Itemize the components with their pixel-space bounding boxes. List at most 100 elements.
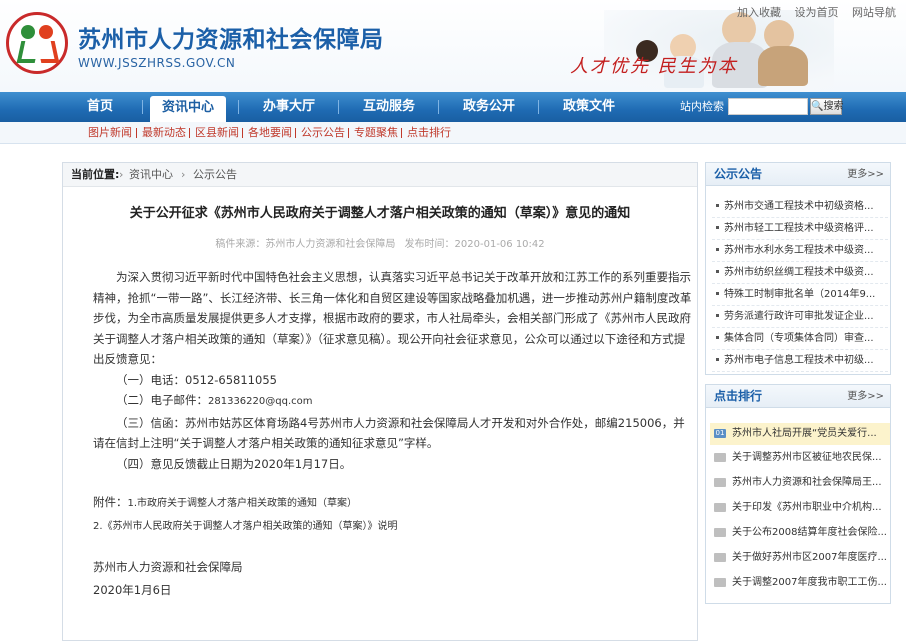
- rank-icon: [714, 502, 726, 512]
- notice-item-title: 集体合同（专项集体合同）审查...: [724, 333, 874, 344]
- breadcrumb-public-notice[interactable]: 公示公告: [193, 163, 237, 187]
- list-item[interactable]: 关于调整2007年度我市职工工伤...: [710, 572, 890, 594]
- breadcrumb-separator-icon: ›: [181, 168, 186, 181]
- search-button-label: 搜索: [823, 101, 844, 112]
- attachments: 附件：1.市政府关于调整人才落户相关政策的通知（草案）: [93, 492, 693, 515]
- site-map-link[interactable]: 网站导航: [852, 6, 896, 19]
- rank-icon: [714, 477, 726, 487]
- bullet-icon: [716, 269, 719, 273]
- nav-item-home[interactable]: 首页: [70, 92, 130, 122]
- subnav-item-district-news[interactable]: 区县新闻: [195, 122, 239, 144]
- attachments-label: 附件：: [93, 495, 128, 509]
- hot-item-title: 关于公布2008结算年度社会保险...: [732, 527, 887, 538]
- rank-icon: 01: [714, 428, 726, 438]
- nav-item-government-affairs[interactable]: 政务公开: [452, 92, 526, 122]
- breadcrumb: 当前位置: › 资讯中心 › 公示公告: [63, 163, 697, 187]
- logo-arm-green: [16, 41, 40, 63]
- list-item[interactable]: 苏州市轻工工程技术中级资格评...: [712, 218, 888, 240]
- notice-more-link[interactable]: 更多>>: [847, 163, 884, 186]
- nav-separator: [142, 100, 143, 114]
- hot-item-title: 苏州市人社局开展“党员关爱行...: [732, 428, 877, 439]
- breadcrumb-news-center[interactable]: 资讯中心: [129, 163, 173, 187]
- page: 苏州市人力资源和社会保障局 WWW.JSSZHRSS.GOV.CN 人才优先 民…: [0, 0, 906, 641]
- nav-item-policy-documents[interactable]: 政策文件: [552, 92, 626, 122]
- contact-email-address[interactable]: 281336220@qq.com: [208, 396, 313, 407]
- bullet-icon: [716, 225, 719, 229]
- attachment-link-2[interactable]: 2.《苏州市人民政府关于调整人才落户相关政策的通知（草案）》说明: [93, 517, 693, 538]
- list-item[interactable]: 关于调整苏州市区被征地农民保...: [710, 447, 890, 469]
- set-homepage-link[interactable]: 设为首页: [795, 6, 839, 19]
- contact-email: （二）电子邮件：281336220@qq.com: [93, 390, 693, 413]
- notice-item-title: 苏州市电子信息工程技术中初级...: [724, 355, 874, 366]
- notice-item-title: 特殊工时制审批名单（2014年9...: [724, 289, 876, 300]
- subnav-item-special-topics[interactable]: 专题聚焦: [354, 122, 398, 144]
- nav-item-news-center[interactable]: 资讯中心: [150, 96, 226, 122]
- list-item[interactable]: 苏州市纺织丝绸工程技术中级资...: [712, 262, 888, 284]
- logo-figure-green: [21, 25, 35, 39]
- nav-separator: [438, 100, 439, 114]
- list-item[interactable]: 关于印发《苏州市职业中介机构...: [710, 497, 890, 519]
- bullet-icon: [716, 247, 719, 251]
- breadcrumb-label: 当前位置:: [71, 168, 120, 181]
- subnav-separator: [348, 128, 349, 138]
- hot-item-title: 关于印发《苏州市职业中介机构...: [732, 502, 882, 513]
- subnav-item-photo-news[interactable]: 图片新闻: [88, 122, 132, 144]
- nav-item-interaction[interactable]: 互动服务: [352, 92, 426, 122]
- nav-item-service-hall[interactable]: 办事大厅: [252, 92, 326, 122]
- nav-separator: [238, 100, 239, 114]
- nav-separator: [538, 100, 539, 114]
- hot-item-title: 苏州市人力资源和社会保障局王...: [732, 477, 882, 488]
- site-title: 苏州市人力资源和社会保障局: [78, 27, 384, 53]
- hot-more-link[interactable]: 更多>>: [847, 385, 884, 408]
- subnav-separator: [295, 128, 296, 138]
- subnav-item-public-notice[interactable]: 公示公告: [301, 122, 345, 144]
- bullet-icon: [716, 203, 719, 207]
- list-item[interactable]: 关于做好苏州市区2007年度医疗...: [710, 547, 890, 569]
- list-item[interactable]: 苏州市交通工程技术中初级资格...: [712, 196, 888, 218]
- subnav-separator: [189, 128, 190, 138]
- top-links: 加入收藏 设为首页 网站导航: [727, 4, 896, 20]
- rank-icon: [714, 577, 726, 587]
- contact-phone: （一）电话：0512-65811055: [116, 372, 277, 387]
- article-frame: 当前位置: › 资讯中心 › 公示公告 关于公开征求《苏州市人民政府关于调整人才…: [62, 162, 698, 641]
- rank-icon: [714, 552, 726, 562]
- notice-panel-header: 公示公告 更多>>: [706, 163, 890, 186]
- notice-item-title: 苏州市水利水务工程技术中级资...: [724, 245, 874, 256]
- add-favorite-link[interactable]: 加入收藏: [737, 6, 781, 19]
- subnav-item-hot-ranking[interactable]: 点击排行: [407, 122, 451, 144]
- logo-arm-red: [36, 41, 60, 63]
- subnav-item-regional-news[interactable]: 各地要闻: [248, 122, 292, 144]
- article-intro: 为深入贯彻习近平新时代中国特色社会主义思想，认真落实习近平总书记关于改革开放和江…: [93, 270, 692, 366]
- attachment-link-1[interactable]: 1.市政府关于调整人才落户相关政策的通知（草案）: [128, 498, 358, 509]
- list-item[interactable]: 苏州市水利水务工程技术中级资...: [712, 240, 888, 262]
- banner-family-photo: [604, 10, 834, 90]
- breadcrumb-separator-icon: ›: [119, 168, 124, 181]
- bullet-icon: [716, 313, 719, 317]
- bullet-icon: [716, 357, 719, 361]
- notice-panel: 公示公告 更多>> 苏州市交通工程技术中初级资格... 苏州市轻工工程技术中级资…: [705, 162, 891, 375]
- feedback-deadline: （四）意见反馈截止日期为2020年1月17日。: [116, 456, 352, 471]
- logo-figure-red: [39, 25, 53, 39]
- search-button[interactable]: 🔍搜索: [810, 98, 844, 115]
- article-meta: 稿件来源：苏州市人力资源和社会保障局 发布时间：2020-01-06 10:42: [63, 235, 697, 250]
- search-input[interactable]: [728, 98, 808, 115]
- list-item[interactable]: 苏州市人力资源和社会保障局王...: [710, 472, 890, 494]
- list-item[interactable]: 苏州市电子信息工程技术中初级...: [712, 350, 888, 372]
- list-item[interactable]: 特殊工时制审批名单（2014年9...: [712, 284, 888, 306]
- subnav-item-latest-news[interactable]: 最新动态: [142, 122, 186, 144]
- contact-letter: （三）信函：苏州市姑苏区体育场路4号苏州市人力资源和社会保障局人才开发和对外合作…: [93, 415, 685, 451]
- list-item[interactable]: 关于公布2008结算年度社会保险...: [710, 522, 890, 544]
- subnav-separator: [136, 128, 137, 138]
- site-logo[interactable]: [6, 12, 68, 74]
- hot-item-title: 关于做好苏州市区2007年度医疗...: [732, 552, 887, 563]
- site-url: WWW.JSSZHRSS.GOV.CN: [78, 56, 236, 70]
- article-signature: 苏州市人力资源和社会保障局: [93, 560, 243, 574]
- search-icon: 🔍: [811, 101, 824, 112]
- list-item[interactable]: 01 苏州市人社局开展“党员关爱行...: [710, 423, 890, 445]
- main-nav: 首页 资讯中心 办事大厅 互动服务 政务公开 政策文件 站内检索 🔍搜索: [0, 92, 906, 122]
- banner-slogan: 人才优先 民生为本: [570, 56, 738, 77]
- search-label: 站内检索: [680, 100, 724, 113]
- notice-item-title: 苏州市轻工工程技术中级资格评...: [724, 223, 874, 234]
- list-item[interactable]: 集体合同（专项集体合同）审查...: [712, 328, 888, 350]
- list-item[interactable]: 劳务派遣行政许可审批发证企业...: [712, 306, 888, 328]
